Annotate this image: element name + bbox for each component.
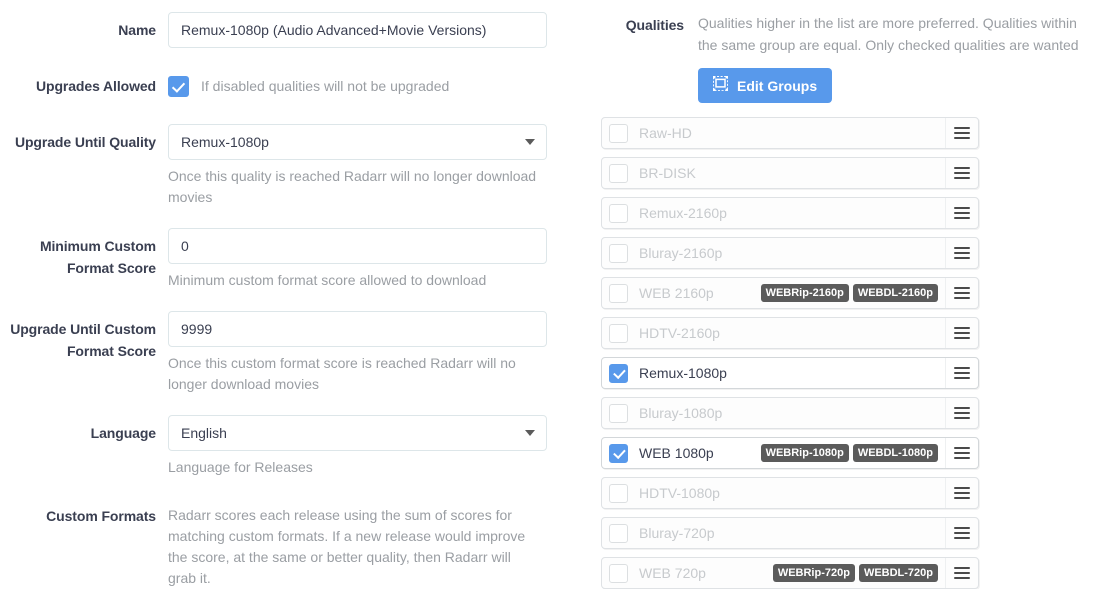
upgrade-until-quality-value: Remux-1080p — [181, 134, 269, 150]
field-name: Name — [0, 12, 600, 48]
quality-row[interactable]: WEB 720p WEBRip-720p WEBDL-720p — [601, 557, 979, 589]
quality-row[interactable]: Bluray-1080p — [601, 397, 979, 429]
quality-checkbox[interactable] — [609, 483, 628, 503]
language-help: Language for Releases — [168, 459, 313, 475]
quality-name: Remux-1080p — [639, 365, 727, 381]
quality-name: HDTV-2160p — [639, 325, 720, 341]
quality-checkbox[interactable] — [609, 403, 628, 423]
minimum-custom-format-score-help: Minimum custom format score allowed to d… — [168, 272, 487, 288]
drag-handle-icon[interactable] — [945, 398, 978, 428]
drag-handle-icon[interactable] — [945, 278, 978, 308]
minimum-custom-format-score-label: Minimum Custom Format Score — [39, 238, 156, 276]
quality-row[interactable]: HDTV-2160p — [601, 317, 979, 349]
quality-checkbox[interactable] — [609, 443, 628, 463]
field-upgrade-until-quality: Upgrade Until Quality Remux-1080p Once t… — [0, 124, 600, 208]
quality-name: WEB 2160p — [639, 285, 714, 301]
drag-handle-icon[interactable] — [945, 358, 978, 388]
quality-row[interactable]: Raw-HD — [601, 117, 979, 149]
quality-name: Bluray-1080p — [639, 405, 723, 421]
field-language: Language English Language for Releases — [0, 415, 600, 478]
quality-row[interactable]: WEB 2160p WEBRip-2160p WEBDL-2160p — [601, 277, 979, 309]
name-label: Name — [118, 22, 156, 38]
quality-row[interactable]: Bluray-720p — [601, 517, 979, 549]
quality-checkbox[interactable] — [609, 563, 628, 583]
object-group-icon — [713, 76, 728, 95]
upgrade-until-custom-format-score-label: Upgrade Until Custom Format Score — [10, 321, 156, 359]
qualities-label: Qualities — [625, 17, 684, 33]
quality-name: Bluray-720p — [639, 525, 715, 541]
language-label: Language — [90, 425, 156, 441]
quality-checkbox[interactable] — [609, 123, 628, 143]
drag-handle-icon[interactable] — [945, 318, 978, 348]
quality-checkbox[interactable] — [609, 523, 628, 543]
field-upgrades-allowed: Upgrades Allowed If disabled qualities w… — [0, 68, 600, 104]
quality-name: BR-DISK — [639, 165, 696, 181]
drag-handle-icon[interactable] — [945, 158, 978, 188]
quality-row[interactable]: Remux-1080p — [601, 357, 979, 389]
upgrades-allowed-label: Upgrades Allowed — [35, 78, 156, 94]
quality-badge: WEBDL-2160p — [852, 284, 938, 302]
quality-name: Bluray-2160p — [639, 245, 723, 261]
drag-handle-icon[interactable] — [945, 438, 978, 468]
edit-groups-button[interactable]: Edit Groups — [698, 68, 833, 103]
quality-checkbox[interactable] — [609, 243, 628, 263]
quality-name: Raw-HD — [639, 125, 692, 141]
custom-formats-help: Radarr scores each release using the sum… — [168, 507, 526, 586]
upgrade-until-quality-select[interactable]: Remux-1080p — [168, 124, 547, 160]
quality-checkbox[interactable] — [609, 363, 628, 383]
quality-badge: WEBDL-1080p — [852, 444, 938, 462]
profile-settings-column: Name Upgrades Allowed If disabled qualit… — [0, 0, 600, 588]
quality-badge: WEBRip-1080p — [760, 444, 849, 462]
drag-handle-icon[interactable] — [945, 518, 978, 548]
quality-badge: WEBDL-720p — [858, 564, 938, 582]
quality-checkbox[interactable] — [609, 203, 628, 223]
quality-name: HDTV-1080p — [639, 485, 720, 501]
quality-row[interactable]: WEB 1080p WEBRip-1080p WEBDL-1080p — [601, 437, 979, 469]
custom-formats-label: Custom Formats — [46, 508, 156, 524]
upgrades-allowed-checkbox-label: If disabled qualities will not be upgrad… — [201, 78, 450, 94]
quality-badges: WEBRip-1080p WEBDL-1080p — [760, 444, 938, 462]
edit-groups-button-label: Edit Groups — [737, 77, 818, 94]
qualities-list: Raw-HD BR-DISK Remux-2160p Bluray-2160p WEB … — [601, 117, 979, 589]
quality-badge: WEBRip-2160p — [760, 284, 849, 302]
quality-profile-editor: Name Upgrades Allowed If disabled qualit… — [0, 0, 1113, 589]
quality-checkbox[interactable] — [609, 283, 628, 303]
quality-row[interactable]: BR-DISK — [601, 157, 979, 189]
quality-badge: WEBRip-720p — [772, 564, 855, 582]
quality-row[interactable]: Bluray-2160p — [601, 237, 979, 269]
quality-row[interactable]: HDTV-1080p — [601, 477, 979, 509]
drag-handle-icon[interactable] — [945, 118, 978, 148]
drag-handle-icon[interactable] — [945, 558, 978, 588]
drag-handle-icon[interactable] — [945, 478, 978, 508]
language-value: English — [181, 425, 227, 441]
upgrade-until-custom-format-score-help: Once this custom format score is reached… — [168, 355, 516, 392]
name-input[interactable] — [168, 12, 547, 48]
quality-checkbox[interactable] — [609, 163, 628, 183]
upgrades-allowed-row: If disabled qualities will not be upgrad… — [168, 68, 600, 104]
quality-badges: WEBRip-2160p WEBDL-2160p — [760, 284, 938, 302]
field-minimum-custom-format-score: Minimum Custom Format Score Minimum cust… — [0, 228, 600, 291]
drag-handle-icon[interactable] — [945, 238, 978, 268]
upgrades-allowed-checkbox[interactable] — [168, 75, 189, 97]
field-custom-formats: Custom Formats Radarr scores each releas… — [0, 498, 600, 589]
quality-name: Remux-2160p — [639, 205, 727, 221]
qualities-column: Qualities Qualities higher in the list a… — [600, 0, 1113, 589]
language-select[interactable]: English — [168, 415, 547, 451]
quality-row[interactable]: Remux-2160p — [601, 197, 979, 229]
upgrade-until-quality-label: Upgrade Until Quality — [14, 134, 156, 150]
qualities-header: Qualities Qualities higher in the list a… — [600, 12, 1113, 103]
quality-name: WEB 720p — [639, 565, 706, 581]
qualities-description: Qualities higher in the list are more pr… — [698, 15, 1079, 53]
drag-handle-icon[interactable] — [945, 198, 978, 228]
upgrade-until-quality-help: Once this quality is reached Radarr will… — [168, 168, 537, 205]
quality-checkbox[interactable] — [609, 323, 628, 343]
quality-badges: WEBRip-720p WEBDL-720p — [772, 564, 938, 582]
upgrade-until-custom-format-score-input[interactable] — [168, 311, 547, 347]
minimum-custom-format-score-input[interactable] — [168, 228, 547, 264]
quality-name: WEB 1080p — [639, 445, 714, 461]
field-upgrade-until-custom-format-score: Upgrade Until Custom Format Score Once t… — [0, 311, 600, 395]
